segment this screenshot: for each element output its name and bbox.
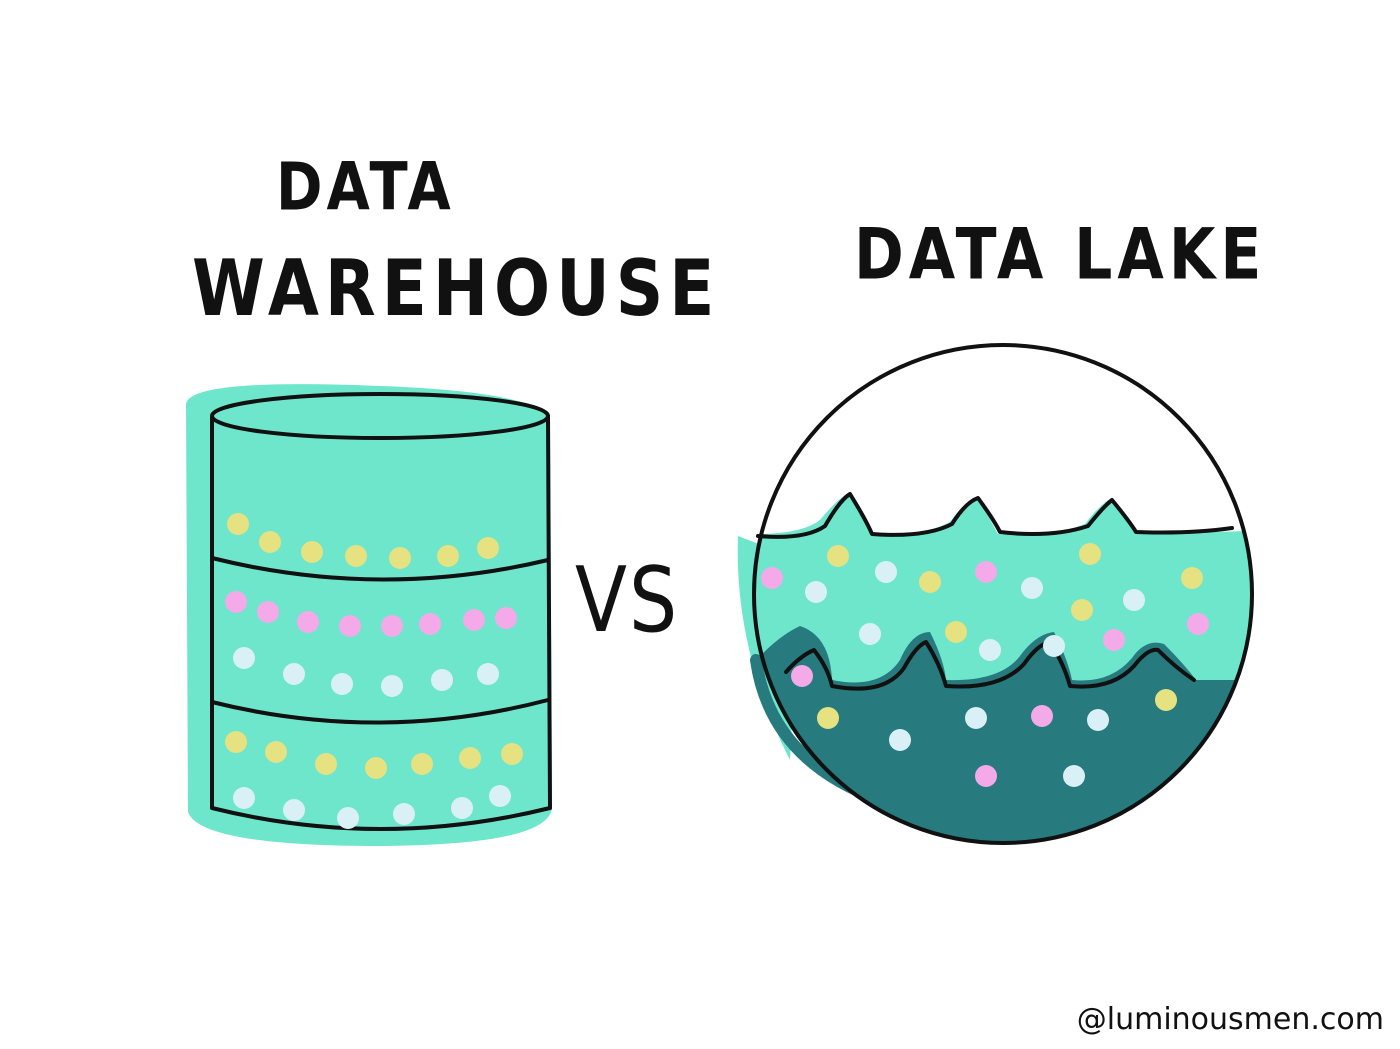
- lake-dot: [965, 707, 987, 729]
- lake-dot: [1103, 629, 1125, 651]
- warehouse-dot: [225, 731, 247, 753]
- lake-dot: [975, 765, 997, 787]
- warehouse-dot: [489, 785, 511, 807]
- lake-dot: [1087, 709, 1109, 731]
- warehouse-dot: [297, 611, 319, 633]
- lake-dot: [1187, 613, 1209, 635]
- cylinder-right-wall: [546, 414, 552, 810]
- lake-dot: [1021, 577, 1043, 599]
- data-warehouse-title-line2: WAREHOUSE: [192, 243, 721, 334]
- warehouse-dot: [265, 741, 287, 763]
- warehouse-dot: [283, 799, 305, 821]
- lake-dot: [889, 729, 911, 751]
- warehouse-dot: [419, 613, 441, 635]
- lake-dot: [791, 665, 813, 687]
- warehouse-dot: [495, 607, 517, 629]
- warehouse-dot: [365, 757, 387, 779]
- warehouse-dot: [437, 545, 459, 567]
- lake-dot: [1181, 567, 1203, 589]
- warehouse-dot: [393, 803, 415, 825]
- warehouse-dot: [337, 807, 359, 829]
- warehouse-dot: [259, 531, 281, 553]
- lake-dot: [817, 707, 839, 729]
- warehouse-dot: [225, 591, 247, 613]
- warehouse-dot: [477, 537, 499, 559]
- warehouse-dot: [381, 675, 403, 697]
- data-lake-title: DATA LAKE: [854, 213, 1267, 297]
- lake-dot: [1079, 543, 1101, 565]
- lake-dot: [827, 545, 849, 567]
- lake-dot: [805, 581, 827, 603]
- warehouse-dot: [411, 753, 433, 775]
- warehouse-dot: [301, 541, 323, 563]
- data-warehouse-cylinder: [186, 384, 552, 846]
- warehouse-dot: [233, 787, 255, 809]
- data-lake-sphere: [737, 343, 1254, 845]
- warehouse-dot: [339, 615, 361, 637]
- warehouse-dot: [257, 601, 279, 623]
- warehouse-dot: [431, 669, 453, 691]
- warehouse-dot: [331, 673, 353, 695]
- lake-dot: [1043, 635, 1065, 657]
- lake-dot: [975, 561, 997, 583]
- data-warehouse-title-line1: DATA: [276, 149, 455, 226]
- vs-label: VS: [575, 546, 680, 653]
- warehouse-dot: [345, 545, 367, 567]
- warehouse-dot: [389, 547, 411, 569]
- warehouse-dot: [501, 743, 523, 765]
- lake-dot: [1155, 689, 1177, 711]
- lake-dot: [761, 567, 783, 589]
- lake-dot: [875, 561, 897, 583]
- warehouse-dot: [451, 797, 473, 819]
- warehouse-dot: [233, 647, 255, 669]
- illustration-artwork: [186, 343, 1254, 846]
- illustration-canvas: DATA WAREHOUSE DATA LAKE VS @luminousmen…: [0, 0, 1400, 1049]
- lake-dot: [1071, 599, 1093, 621]
- lake-dot: [979, 639, 1001, 661]
- warehouse-dot: [477, 663, 499, 685]
- author-credit: @luminousmen.com: [1076, 1002, 1384, 1037]
- lake-dot: [859, 623, 881, 645]
- warehouse-dot: [283, 663, 305, 685]
- lake-dot: [945, 621, 967, 643]
- warehouse-dot: [459, 747, 481, 769]
- warehouse-dot: [315, 753, 337, 775]
- lake-dot: [1031, 705, 1053, 727]
- warehouse-dot: [227, 513, 249, 535]
- warehouse-dot: [381, 615, 403, 637]
- warehouse-dot: [463, 609, 485, 631]
- lake-dot: [919, 571, 941, 593]
- lake-dot: [1123, 589, 1145, 611]
- lake-dot: [1063, 765, 1085, 787]
